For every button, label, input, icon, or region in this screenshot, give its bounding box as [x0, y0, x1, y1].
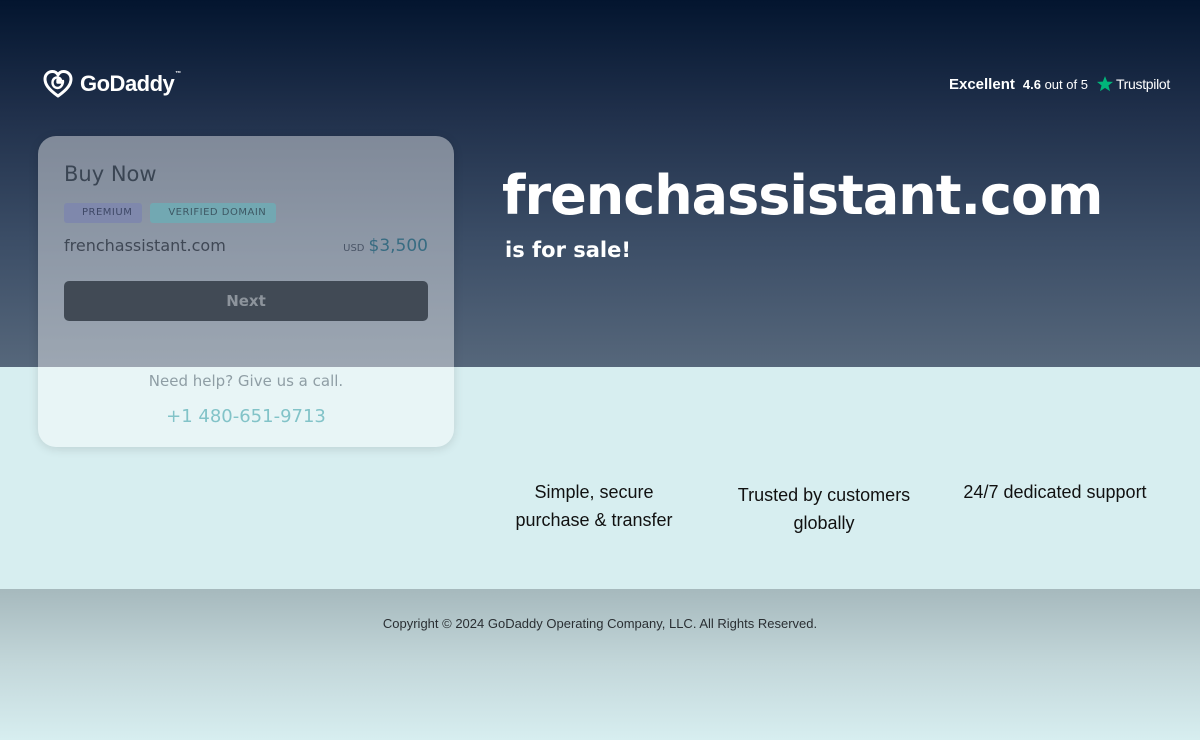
phone-link[interactable]: +1 480-651-9713: [38, 406, 454, 427]
feature-line: Trusted by customers: [737, 485, 911, 505]
feature-line: purchase & transfer: [515, 510, 673, 530]
trustpilot-excellent: Excellent: [948, 75, 1015, 93]
verified-domain-badge: VERIFIED DOMAIN: [150, 203, 277, 223]
card-title: Buy Now: [64, 162, 157, 186]
footer: [0, 589, 1200, 740]
hero-subtitle: is for sale!: [505, 238, 631, 262]
badges: PREMIUM VERIFIED DOMAIN: [64, 203, 277, 223]
copyright-text: Copyright © 2024 GoDaddy Operating Compa…: [382, 616, 818, 631]
help-text: Need help? Give us a call.: [148, 372, 344, 390]
buy-now-card: Buy Now PREMIUM VERIFIED DOMAIN frenchas…: [38, 136, 454, 447]
price-currency: USD: [343, 243, 365, 254]
trustpilot-rating[interactable]: Excellent 4.6 out of 5 Trustpilot: [949, 72, 1170, 96]
feature-line: globally: [793, 513, 855, 533]
premium-badge: PREMIUM: [64, 203, 143, 223]
card-domain-name: frenchassistant.com: [64, 236, 226, 255]
trustpilot-brand: Trustpilot: [1115, 76, 1170, 92]
trustpilot-score: 4.6 out of 5: [1022, 76, 1088, 92]
domain-price-row: frenchassistant.com USD $3,500: [64, 236, 428, 256]
feature-secure-purchase: Simple, secure purchase & transfer: [494, 478, 694, 534]
price-value: $3,500: [368, 236, 428, 256]
feature-line: 24/7 dedicated support: [963, 482, 1147, 502]
domain-price: USD $3,500: [343, 236, 428, 256]
feature-line: Simple, secure: [534, 482, 654, 502]
feature-support: 24/7 dedicated support: [940, 478, 1170, 506]
feature-trusted: Trusted by customers globally: [718, 481, 930, 537]
godaddy-heart-icon: [43, 70, 73, 98]
hero-domain-title: frenchassistant.com: [502, 164, 1103, 227]
star-icon: [1096, 76, 1113, 92]
godaddy-logo[interactable]: GoDaddy™: [42, 68, 181, 100]
next-button[interactable]: Next: [64, 281, 428, 321]
logo-text: GoDaddy™: [80, 71, 181, 96]
